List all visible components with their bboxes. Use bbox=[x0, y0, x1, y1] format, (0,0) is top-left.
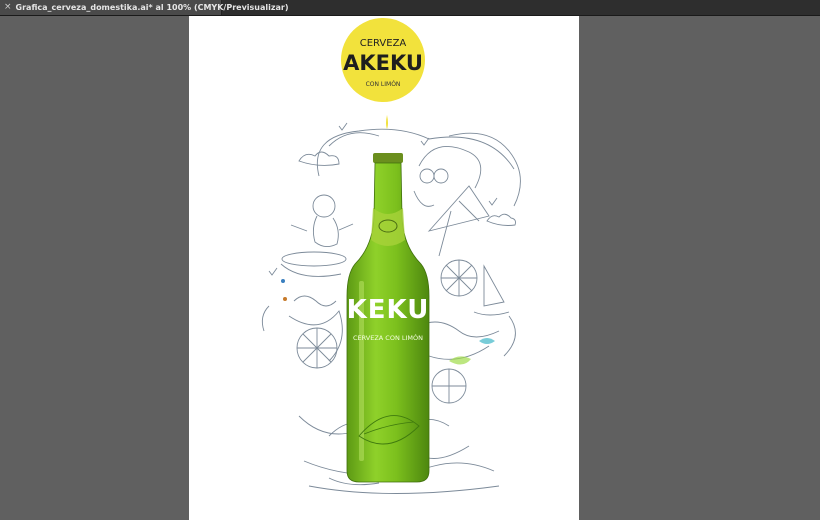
accent-leaf bbox=[449, 356, 471, 365]
beer-bottle: KEKU CERVEZA CON LIMÓN bbox=[346, 153, 430, 483]
accent-dot bbox=[281, 279, 285, 283]
logo-line2: AKEKU bbox=[343, 51, 423, 75]
artboard[interactable]: CERVEZA AKEKU CON LIMÓN KEKU CERVEZA CON… bbox=[189, 16, 579, 520]
close-tab-icon[interactable]: × bbox=[4, 0, 12, 15]
document-tab[interactable]: × Grafica_cerveza_domestika.ai* al 100% … bbox=[0, 0, 289, 15]
brand-logo: CERVEZA AKEKU CON LIMÓN bbox=[341, 18, 425, 129]
logo-line3: CON LIMÓN bbox=[366, 81, 401, 88]
document-tab-title: Grafica_cerveza_domestika.ai* al 100% (C… bbox=[15, 3, 289, 12]
bottle-tagline: CERVEZA CON LIMÓN bbox=[353, 333, 423, 342]
logo-line1: CERVEZA bbox=[360, 38, 407, 49]
logo-drop bbox=[386, 115, 388, 129]
accent-dot bbox=[283, 297, 287, 301]
artwork: CERVEZA AKEKU CON LIMÓN KEKU CERVEZA CON… bbox=[261, 18, 521, 494]
document-tab-bar: × Grafica_cerveza_domestika.ai* al 100% … bbox=[0, 0, 820, 16]
accent-fish bbox=[479, 338, 495, 344]
bottle-brand: KEKU bbox=[347, 295, 430, 325]
bottle-cap bbox=[373, 153, 403, 163]
canvas-area[interactable]: CERVEZA AKEKU CON LIMÓN KEKU CERVEZA CON… bbox=[0, 16, 820, 520]
